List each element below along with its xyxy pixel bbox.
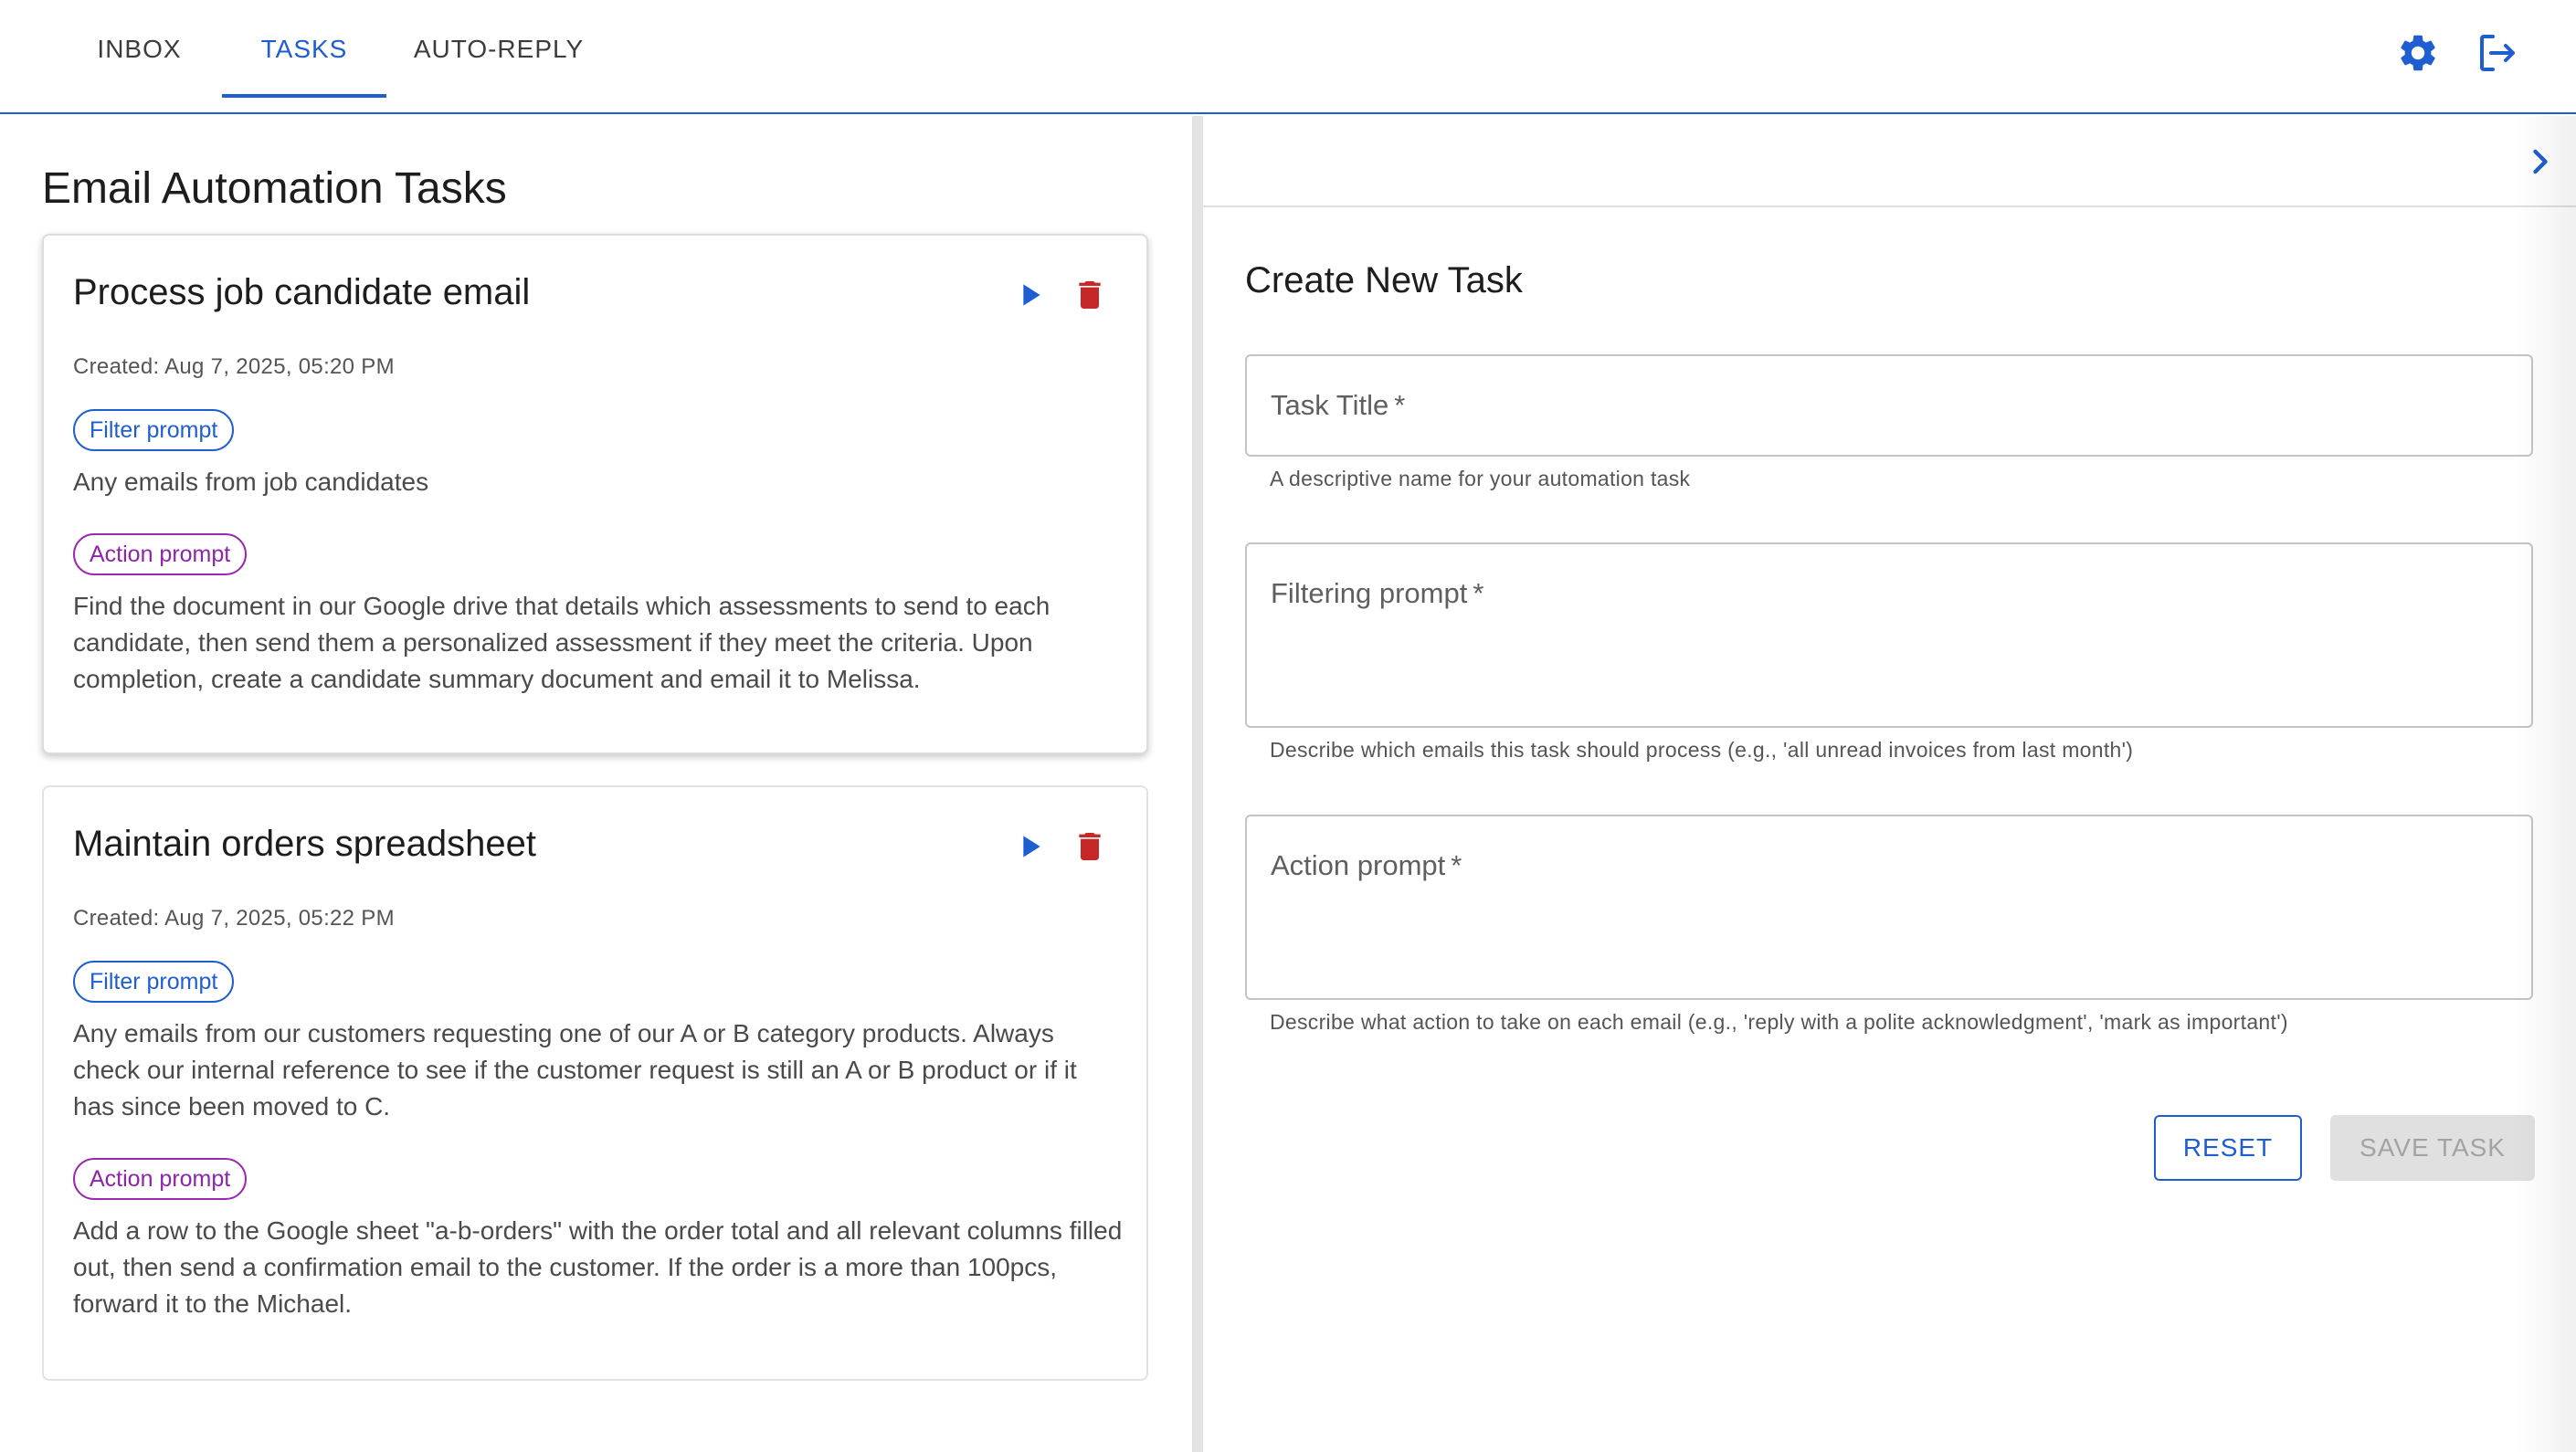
- action-prompt-helper: Describe what action to take on each ema…: [1270, 1010, 2288, 1034]
- page-title: Email Automation Tasks: [42, 164, 507, 213]
- form-title: Create New Task: [1245, 260, 1523, 300]
- task-title: Maintain orders spreadsheet: [73, 824, 536, 864]
- filter-prompt-text: Any emails from job candidates: [73, 468, 429, 496]
- panel-divider[interactable]: [1192, 116, 1203, 1452]
- logout-icon[interactable]: [2475, 31, 2518, 75]
- task-created-date: Created: Aug 7, 2025, 05:20 PM: [73, 354, 395, 379]
- action-prompt-chip: Action prompt: [73, 533, 248, 575]
- task-created-date: Created: Aug 7, 2025, 05:22 PM: [73, 906, 395, 931]
- action-prompt-input[interactable]: Action prompt *: [1245, 815, 2533, 1000]
- action-prompt-chip: Action prompt: [73, 1158, 248, 1200]
- filter-prompt-text: Any emails from our customers requesting…: [73, 1019, 1077, 1121]
- active-tab-indicator: [222, 94, 386, 98]
- delete-icon[interactable]: [1072, 828, 1108, 865]
- task-title: Process job candidate email: [73, 272, 531, 312]
- panel-header: [1203, 116, 2576, 207]
- tab-inbox[interactable]: INBOX: [64, 0, 215, 99]
- gear-icon[interactable]: [2396, 31, 2440, 75]
- tasks-panel: Email Automation Tasks Process job candi…: [0, 116, 1192, 1452]
- action-prompt-text: Find the document in our Google drive th…: [73, 592, 1050, 693]
- save-task-button[interactable]: SAVE TASK: [2330, 1115, 2535, 1181]
- filtering-prompt-input[interactable]: Filtering prompt *: [1245, 542, 2533, 728]
- chevron-right-icon[interactable]: [2520, 142, 2560, 182]
- filtering-prompt-label: Filtering prompt *: [1271, 577, 1484, 609]
- play-icon[interactable]: [1011, 828, 1048, 865]
- task-title-label: Task Title *: [1271, 389, 1406, 421]
- task-card: Maintain orders spreadsheet Created: Aug…: [42, 785, 1148, 1381]
- action-prompt-text: Add a row to the Google sheet "a-b-order…: [73, 1216, 1123, 1318]
- top-nav: INBOX TASKS AUTO-REPLY: [0, 0, 2576, 114]
- task-card: Process job candidate email Created: Aug…: [42, 234, 1148, 754]
- tab-tasks[interactable]: TASKS: [222, 0, 386, 99]
- create-task-panel: Create New Task Task Title * A descriptiv…: [1203, 116, 2576, 1452]
- tab-auto-reply[interactable]: AUTO-REPLY: [393, 0, 605, 99]
- filtering-prompt-helper: Describe which emails this task should p…: [1270, 738, 2134, 762]
- filter-prompt-chip: Filter prompt: [73, 409, 235, 451]
- task-title-helper: A descriptive name for your automation t…: [1270, 467, 1691, 490]
- reset-button[interactable]: RESET: [2154, 1115, 2302, 1181]
- action-prompt-label: Action prompt *: [1271, 849, 1462, 881]
- filter-prompt-chip: Filter prompt: [73, 961, 235, 1003]
- task-title-input[interactable]: Task Title *: [1245, 354, 2533, 457]
- play-icon[interactable]: [1011, 277, 1048, 313]
- panel-edge-shadow: [2512, 116, 2576, 1452]
- delete-icon[interactable]: [1072, 277, 1108, 313]
